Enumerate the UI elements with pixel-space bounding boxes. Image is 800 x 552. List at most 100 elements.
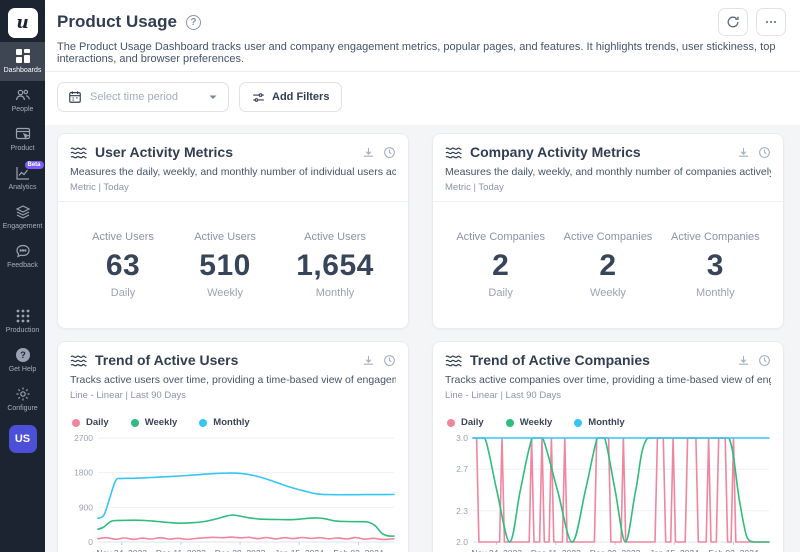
svg-text:?: ? (20, 350, 26, 360)
trend-chart-icon (70, 353, 87, 368)
add-filters-button[interactable]: Add Filters (239, 82, 342, 112)
add-filters-label: Add Filters (272, 91, 329, 103)
legend-item-weekly[interactable]: Weekly (506, 417, 553, 428)
dashboard-content: User Activity Metrics Measures the daily… (45, 125, 800, 552)
svg-text:2700: 2700 (74, 433, 93, 443)
legend-label: Weekly (520, 417, 553, 428)
svg-text:Feb 02, 2024: Feb 02, 2024 (333, 548, 383, 552)
metric-daily-active-users: Active Users 63 Daily (92, 231, 154, 299)
download-icon[interactable] (737, 146, 750, 159)
svg-text:Dec 11, 2023: Dec 11, 2023 (531, 548, 581, 552)
time-period-select[interactable]: Select time period (57, 82, 229, 112)
card-user-activity-metrics: User Activity Metrics Measures the daily… (57, 133, 409, 329)
legend-label: Monthly (213, 417, 249, 428)
download-icon[interactable] (362, 146, 375, 159)
svg-text:Dec 29, 2023: Dec 29, 2023 (590, 548, 641, 552)
metric-weekly-active-users: Active Users 510 Weekly (194, 231, 256, 299)
user-avatar[interactable]: US (9, 425, 37, 453)
clock-icon[interactable] (758, 354, 771, 367)
svg-text:3.0: 3.0 (456, 433, 468, 443)
chart-active-users: 270018009000Nov 24, 2023Dec 11, 2023Dec … (58, 430, 408, 552)
sidebar-item-people[interactable]: People (0, 81, 45, 120)
metric-period: Daily (92, 287, 154, 299)
card-title: User Activity Metrics (95, 144, 354, 160)
metric-monthly-active-companies: Active Companies 3 Monthly (671, 231, 760, 299)
metric-label: Active Users (194, 231, 256, 243)
metric-value: 1,654 (296, 249, 374, 283)
calendar-icon (68, 90, 82, 104)
metric-period: Weekly (564, 287, 653, 299)
metric-period: Daily (456, 287, 545, 299)
download-icon[interactable] (362, 354, 375, 367)
clock-icon[interactable] (383, 146, 396, 159)
legend-dot-monthly (199, 419, 207, 427)
chart-legend: Daily Weekly Monthly (433, 409, 783, 430)
sidebar-item-get-help[interactable]: ? Get Help (0, 341, 45, 380)
legend-item-daily[interactable]: Daily (72, 417, 109, 428)
time-period-placeholder: Select time period (90, 91, 200, 103)
metric-label: Active Companies (564, 231, 653, 243)
sidebar-item-production[interactable]: Production (0, 302, 45, 341)
svg-text:Dec 29, 2023: Dec 29, 2023 (215, 548, 266, 552)
page-title: Product Usage (57, 12, 177, 32)
chart-active-companies: 3.02.72.32.0Nov 24, 2023Dec 11, 2023Dec … (433, 430, 783, 552)
card-meta: Line - Linear | Last 90 Days (445, 390, 771, 401)
svg-text:2.0: 2.0 (456, 537, 468, 547)
title-help-icon[interactable]: ? (186, 15, 201, 30)
sidebar-item-engagement[interactable]: Engagement (0, 198, 45, 237)
sidebar-item-label: Get Help (9, 366, 37, 373)
svg-text:Jan 15, 2024: Jan 15, 2024 (650, 548, 699, 552)
svg-text:Dec 11, 2023: Dec 11, 2023 (156, 548, 206, 552)
sidebar-item-label: Production (6, 327, 39, 334)
gear-icon (15, 386, 31, 402)
analytics-icon: Beta (15, 165, 31, 181)
legend-dot-monthly (574, 419, 582, 427)
filter-bar: Select time period Add Filters (45, 72, 800, 125)
ellipsis-icon (764, 15, 778, 29)
legend-item-monthly[interactable]: Monthly (574, 417, 624, 428)
main-area: Product Usage ? The Product Usage Dashbo… (45, 0, 800, 552)
legend-item-monthly[interactable]: Monthly (199, 417, 249, 428)
clock-icon[interactable] (758, 146, 771, 159)
sidebar-item-label: Configure (7, 405, 37, 412)
metric-value: 63 (92, 249, 154, 283)
refresh-icon (726, 15, 740, 29)
legend-label: Daily (86, 417, 109, 428)
apps-grid-icon (15, 308, 31, 324)
card-description: Tracks active companies over time, provi… (445, 374, 771, 386)
metric-chart-icon (70, 145, 87, 160)
legend-item-weekly[interactable]: Weekly (131, 417, 178, 428)
sidebar-item-dashboards[interactable]: Dashboards (0, 42, 45, 81)
userpilot-logo[interactable]: u (8, 8, 38, 38)
sidebar-item-label: Product (10, 145, 34, 152)
svg-text:Nov 24, 2023: Nov 24, 2023 (96, 548, 147, 552)
sliders-icon (252, 91, 265, 104)
download-icon[interactable] (737, 354, 750, 367)
dashboards-icon (15, 48, 31, 64)
chevron-down-icon (208, 92, 218, 102)
metric-period: Monthly (671, 287, 760, 299)
beta-badge: Beta (25, 161, 44, 169)
sidebar-item-label: Feedback (7, 262, 38, 269)
more-options-button[interactable] (756, 8, 786, 36)
clock-icon[interactable] (383, 354, 396, 367)
metric-monthly-active-users: Active Users 1,654 Monthly (296, 231, 374, 299)
legend-item-daily[interactable]: Daily (447, 417, 484, 428)
metric-value: 2 (564, 249, 653, 283)
sidebar-item-feedback[interactable]: Feedback (0, 237, 45, 276)
card-meta: Metric | Today (445, 182, 771, 193)
refresh-button[interactable] (718, 8, 748, 36)
card-title: Trend of Active Companies (470, 352, 729, 368)
svg-text:Feb 02, 2024: Feb 02, 2024 (708, 548, 758, 552)
metric-chart-icon (445, 145, 462, 160)
card-trend-active-users: Trend of Active Users Tracks active user… (57, 341, 409, 552)
card-company-activity-metrics: Company Activity Metrics Measures the da… (432, 133, 784, 329)
sidebar-item-analytics[interactable]: Beta Analytics (0, 159, 45, 198)
sidebar-item-product[interactable]: Product (0, 120, 45, 159)
product-icon (15, 126, 31, 142)
chart-legend: Daily Weekly Monthly (58, 409, 408, 430)
metric-value: 510 (194, 249, 256, 283)
sidebar-item-configure[interactable]: Configure (0, 380, 45, 419)
metric-weekly-active-companies: Active Companies 2 Weekly (564, 231, 653, 299)
sidebar-item-label: Dashboards (4, 67, 42, 74)
